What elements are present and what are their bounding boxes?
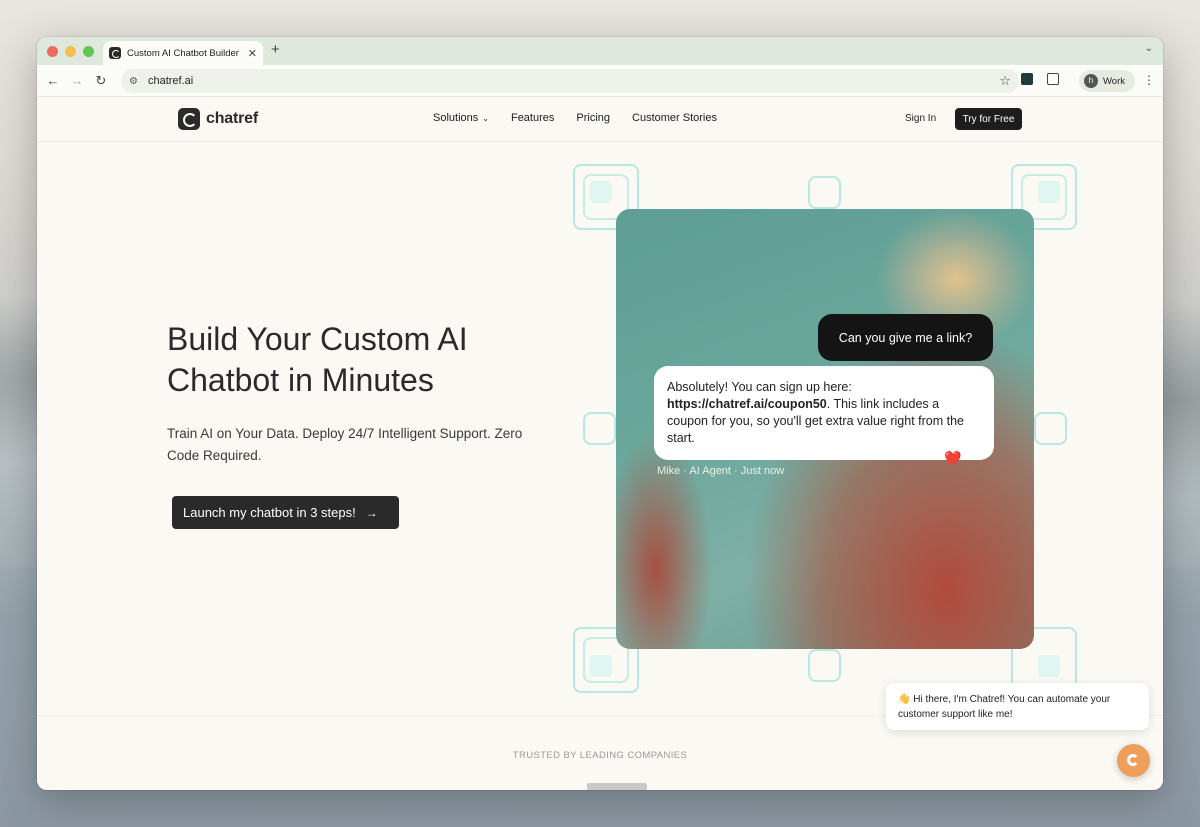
extension-icon[interactable] (1021, 73, 1033, 85)
extensions (1021, 73, 1059, 85)
chevron-down-icon: ⌄ (482, 114, 489, 123)
deco-square (808, 176, 841, 209)
menu-item-pricing[interactable]: Pricing (576, 112, 610, 124)
chat-widget-greeting[interactable]: 👋 Hi there, I'm Chatref! You can automat… (886, 683, 1149, 730)
cta-label: Launch my chatbot in 3 steps! (183, 505, 356, 520)
url-text[interactable]: chatref.ai (148, 75, 999, 87)
menu-item-label: Solutions (433, 112, 479, 124)
trusted-by-label: TRUSTED BY LEADING COMPANIES (512, 750, 688, 761)
bookmark-star-icon[interactable]: ☆ (999, 73, 1011, 89)
deco-square (590, 181, 612, 203)
hero-subtitle: Train AI on Your Data. Deploy 24/7 Intel… (167, 426, 523, 463)
window-controls (47, 46, 94, 57)
sign-in-link[interactable]: Sign In (905, 113, 936, 124)
chatref-logo-icon (178, 108, 200, 130)
tab-close-icon[interactable]: ✕ (248, 47, 257, 60)
maximize-window-button[interactable] (83, 46, 94, 57)
heart-reaction-icon: ❤️ (944, 450, 962, 466)
try-for-free-button[interactable]: Try for Free (955, 108, 1022, 130)
profile-label: Work (1103, 75, 1125, 87)
menu-item-features[interactable]: Features (511, 112, 554, 124)
company-logo (587, 783, 647, 790)
deco-square (1038, 181, 1060, 203)
user-chat-bubble: Can you give me a link? (818, 314, 993, 361)
puzzle-extensions-icon[interactable] (1047, 73, 1059, 85)
site-settings-icon[interactable]: ⚙ (129, 76, 138, 87)
chat-meta: Mike · AI Agent · Just now (657, 465, 785, 477)
menu-item-customer-stories[interactable]: Customer Stories (632, 112, 717, 124)
launch-chatbot-button[interactable]: Launch my chatbot in 3 steps! → (172, 496, 399, 529)
ai-chat-bubble: Absolutely! You can sign up here: https:… (654, 366, 994, 460)
minimize-window-button[interactable] (65, 46, 76, 57)
chatref-favicon-icon (109, 47, 121, 59)
profile-chip[interactable]: h Work (1079, 70, 1135, 92)
tab-strip: Custom AI Chatbot Builder | C ✕ + ⌄ (37, 37, 1163, 65)
tab-active[interactable]: Custom AI Chatbot Builder | C ✕ (103, 41, 263, 65)
brand-name: chatref (206, 110, 258, 127)
hero-title: Build Your Custom AI Chatbot in Minutes (167, 321, 468, 398)
browser-toolbar: ← → ↻ ⚙ chatref.ai ☆ h Work ⋮ (37, 65, 1163, 97)
deco-square (1034, 412, 1067, 445)
close-window-button[interactable] (47, 46, 58, 57)
arrow-right-icon: → (365, 505, 378, 520)
tab-search-chevron-icon[interactable]: ⌄ (1145, 43, 1153, 54)
address-bar[interactable]: ⚙ chatref.ai ☆ (121, 69, 1019, 93)
chat-launcher-button[interactable] (1117, 744, 1150, 777)
main-menu: Solutions ⌄ Features Pricing Customer Sto… (433, 112, 717, 124)
reload-icon[interactable]: ↻ (89, 73, 113, 89)
deco-square (1038, 655, 1060, 677)
avatar: h (1084, 74, 1098, 88)
menu-item-solutions[interactable]: Solutions ⌄ (433, 112, 489, 124)
forward-arrow-icon[interactable]: → (65, 73, 89, 88)
tab-title: Custom AI Chatbot Builder | C (127, 47, 242, 59)
deco-square (583, 412, 616, 445)
deco-square (590, 655, 612, 677)
browser-menu-icon[interactable]: ⋮ (1143, 73, 1155, 87)
new-tab-button[interactable]: + (271, 41, 280, 58)
ai-message-link: https://chatref.ai/coupon50 (667, 397, 827, 411)
browser-window: Custom AI Chatbot Builder | C ✕ + ⌄ ← → … (37, 37, 1163, 790)
site-header: chatref Solutions ⌄ Features Pricing Cust… (37, 97, 1163, 142)
deco-square (808, 649, 841, 682)
ai-message-text: Absolutely! You can sign up here: (667, 380, 852, 394)
site-logo[interactable]: chatref (178, 108, 258, 130)
back-arrow-icon[interactable]: ← (41, 73, 65, 88)
